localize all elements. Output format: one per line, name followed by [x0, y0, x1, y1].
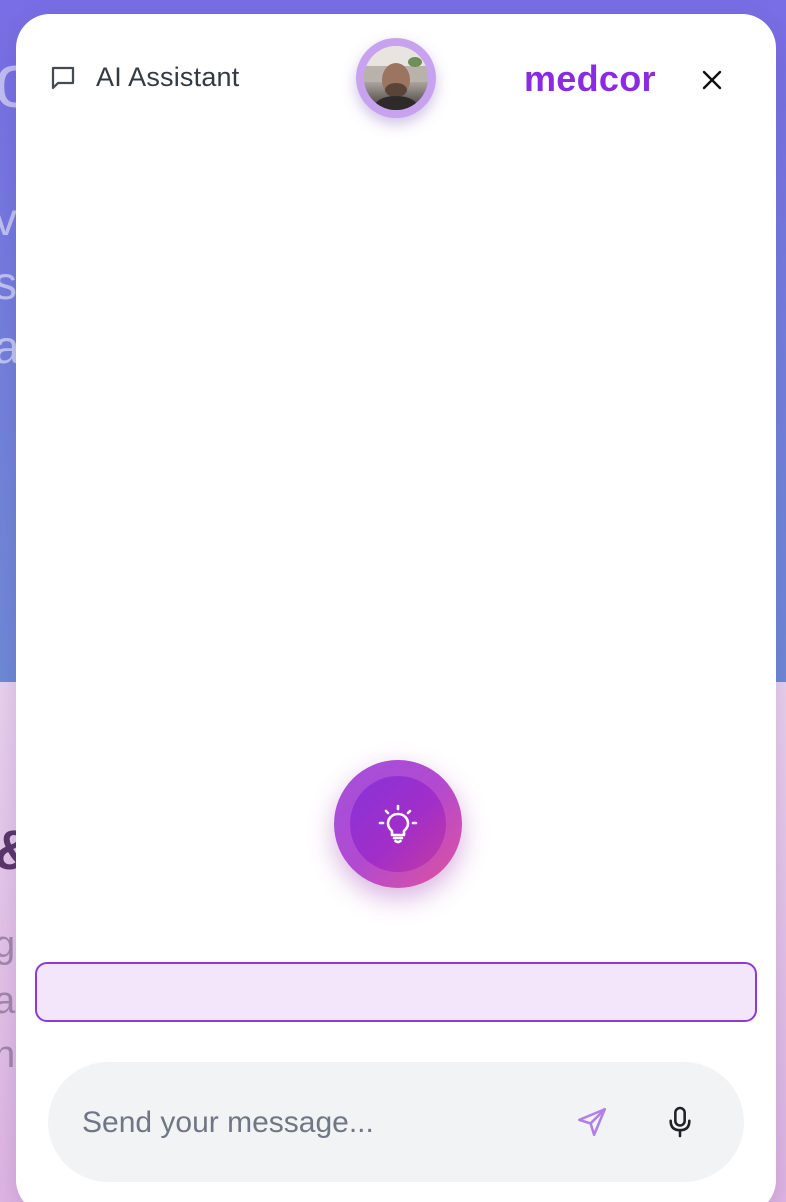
message-composer: [48, 1062, 744, 1182]
send-button[interactable]: [572, 1102, 612, 1142]
close-icon: [702, 70, 722, 90]
microphone-button[interactable]: [662, 1102, 698, 1142]
background-text-3: s: [0, 257, 17, 309]
voice-orb-button[interactable]: [334, 760, 462, 888]
assistant-panel: AI Assistant medcor: [16, 14, 776, 1202]
panel-header-left: AI Assistant: [48, 62, 239, 93]
status-bar: [35, 962, 757, 1022]
panel-title: AI Assistant: [96, 62, 240, 92]
background-text-6: g: [0, 924, 16, 966]
message-square-icon: [48, 63, 78, 93]
avatar-image: [364, 46, 428, 110]
background-text-2: v: [0, 193, 17, 245]
close-button[interactable]: [694, 62, 730, 98]
brand-logo: medcor: [524, 58, 656, 99]
lightbulb-icon: [378, 804, 418, 844]
assistant-avatar[interactable]: [356, 38, 436, 118]
message-input[interactable]: [80, 1092, 554, 1154]
orb-inner: [350, 776, 446, 872]
background-text-8: h: [0, 1034, 16, 1076]
page: o v s a & g ag h AI Assistant: [0, 0, 786, 1202]
send-icon: [577, 1107, 607, 1137]
microphone-icon: [669, 1106, 691, 1138]
